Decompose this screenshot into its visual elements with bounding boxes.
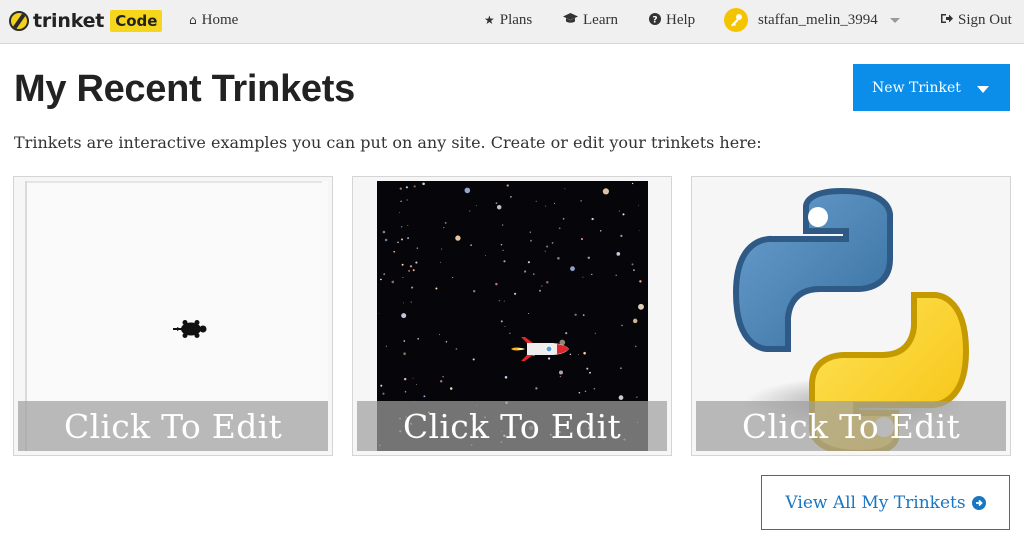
view-all-trinkets-button[interactable]: View All My Trinkets [761,475,1010,530]
trinket-card-3[interactable]: Click To Edit [691,176,1011,456]
click-to-edit-overlay[interactable]: Click To Edit [696,401,1006,451]
brand-badge: Code [110,10,163,32]
view-all-label: View All My Trinkets [785,492,966,513]
trinket-card-1[interactable]: Click To Edit [13,176,333,456]
caret-down-icon [976,85,989,93]
home-icon: ⌂ [189,13,197,27]
click-to-edit-label: Click To Edit [741,406,961,446]
intro-text: Trinkets are interactive examples you ca… [14,133,762,152]
nav-home-label: Home [201,11,239,28]
nav-sign-out-label: Sign Out [958,11,1012,28]
chevron-down-icon [889,17,900,23]
star-icon: ★ [484,13,495,27]
page-title: My Recent Trinkets [14,68,355,110]
nav-learn[interactable]: Learn [563,0,618,40]
click-to-edit-overlay[interactable]: Click To Edit [357,401,667,451]
nav-sign-out[interactable]: Sign Out [941,0,1012,40]
new-trinket-button[interactable]: New Trinket [853,64,1010,111]
nav-help-label: Help [666,11,696,28]
graduation-cap-icon [563,13,578,27]
svg-text:?: ? [652,15,657,25]
key-icon [724,8,748,32]
nav-plans-label: Plans [499,11,533,28]
top-nav: trinket Code ⌂ Home ★ Plans Learn ? Help… [0,0,1024,44]
nav-help[interactable]: ? Help [649,0,695,40]
click-to-edit-overlay[interactable]: Click To Edit [18,401,328,451]
brand-logo[interactable]: trinket Code [9,8,163,34]
click-to-edit-label: Click To Edit [63,406,283,446]
nav-learn-label: Learn [583,11,618,28]
sign-out-icon [941,13,953,27]
click-to-edit-label: Click To Edit [402,406,622,446]
nav-home[interactable]: ⌂ Home [189,0,238,40]
trinket-logo-icon [9,11,29,31]
nav-plans[interactable]: ★ Plans [484,0,532,40]
question-circle-icon: ? [649,12,661,28]
arrow-circle-right-icon [971,495,986,510]
username-label: staffan_melin_3994 [758,11,878,28]
trinket-card-2[interactable]: Click To Edit [352,176,672,456]
new-trinket-label: New Trinket [872,79,961,96]
brand-name: trinket [33,10,105,32]
user-menu[interactable]: staffan_melin_3994 [724,0,900,40]
